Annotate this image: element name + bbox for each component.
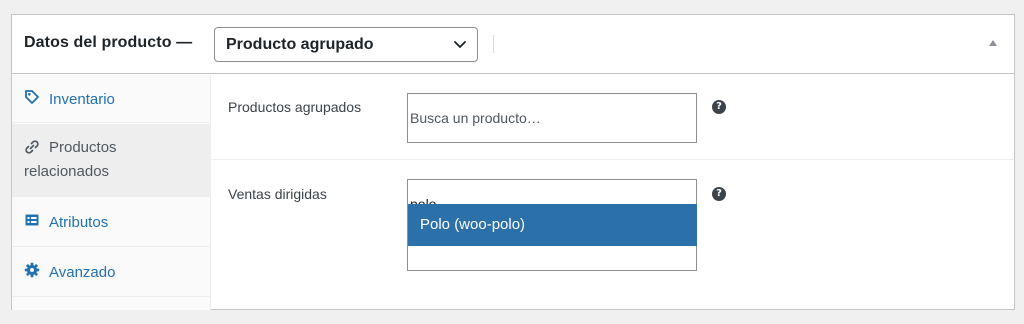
tab-relacionados-label: relacionados <box>24 163 110 180</box>
grouped-products-label: Productos agrupados <box>228 99 362 115</box>
tab-avanzado[interactable]: Avanzado <box>12 248 211 297</box>
related-products-content: Productos agrupados Busca un producto… ?… <box>212 75 1014 310</box>
product-data-tabs: Inventario Productos relacionados Atribu… <box>12 75 211 310</box>
grouped-products-row: Productos agrupados Busca un producto… ? <box>212 75 1014 160</box>
upsells-suggestion-label: Polo (woo-polo) <box>420 216 526 233</box>
collapse-arrow-icon[interactable] <box>987 37 999 49</box>
tab-inventario-label: Inventario <box>49 91 115 108</box>
grouped-products-search[interactable]: Busca un producto… <box>407 93 697 143</box>
link-icon <box>25 140 39 154</box>
tab-avanzado-label: Avanzado <box>49 264 116 281</box>
list-icon <box>25 214 39 226</box>
gear-icon <box>24 262 40 278</box>
product-data-panel: Datos del producto — Producto agrupado I… <box>11 14 1015 310</box>
tab-atributos-label: Atributos <box>49 214 109 231</box>
tab-productos-relacionados[interactable]: Productos relacionados <box>12 124 211 197</box>
tab-inventario[interactable]: Inventario <box>12 75 211 123</box>
panel-title: Datos del producto — <box>24 34 193 51</box>
header-divider <box>493 35 494 53</box>
chevron-down-icon <box>454 41 466 48</box>
tag-icon <box>25 90 39 104</box>
tab-productos-label: Productos <box>49 139 117 156</box>
help-icon[interactable]: ? <box>712 100 726 114</box>
tab-atributos[interactable]: Atributos <box>12 198 211 247</box>
upsells-label: Ventas dirigidas <box>228 186 327 202</box>
upsells-suggestion-option[interactable]: Polo (woo-polo) <box>408 204 697 246</box>
product-type-select[interactable]: Producto agrupado <box>214 27 478 62</box>
help-icon[interactable]: ? <box>712 187 726 201</box>
panel-header: Datos del producto — Producto agrupado <box>12 15 1014 74</box>
product-type-value: Producto agrupado <box>226 36 374 53</box>
grouped-products-placeholder: Busca un producto… <box>410 110 541 126</box>
